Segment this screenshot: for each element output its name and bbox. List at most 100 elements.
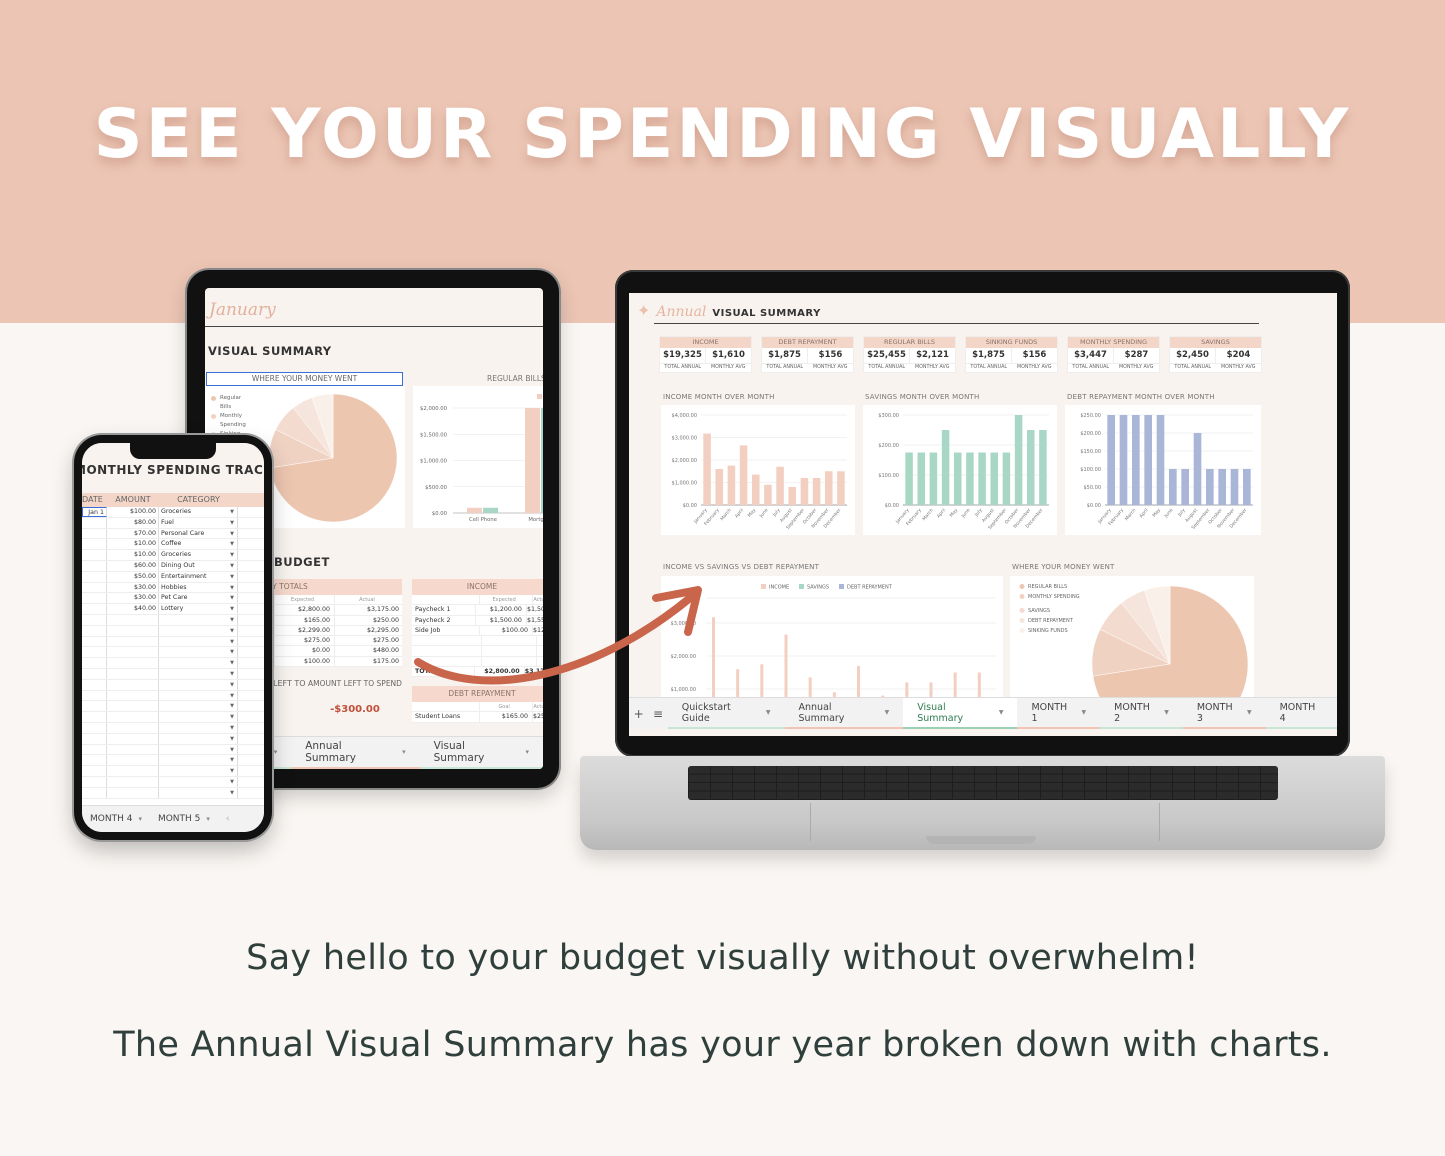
add-sheet-icon[interactable]: + bbox=[629, 707, 648, 721]
amount-cell[interactable]: $10.00 bbox=[107, 550, 159, 560]
expected-value[interactable]: $100.00 bbox=[275, 656, 335, 667]
expected-value[interactable]: $1,500.00 bbox=[476, 615, 527, 625]
col-date[interactable]: DATE bbox=[82, 493, 107, 507]
expected-value[interactable] bbox=[482, 636, 537, 646]
sheet-tab[interactable]: Visual Summary ▼ bbox=[903, 698, 1018, 729]
category-cell[interactable]: Entertainment ▼ bbox=[159, 571, 238, 582]
category-cell[interactable]: Personal Care ▼ bbox=[159, 528, 238, 539]
amount-cell[interactable] bbox=[107, 722, 159, 733]
actual-value[interactable]: $125 bbox=[533, 626, 543, 635]
date-cell[interactable] bbox=[82, 668, 107, 679]
actual-value[interactable]: $1,500 bbox=[527, 605, 543, 614]
amount-cell[interactable]: $10.00 bbox=[107, 539, 159, 550]
category-cell[interactable]: Coffee ▼ bbox=[159, 539, 238, 550]
category-cell[interactable]: ▼ bbox=[159, 712, 238, 722]
expected-value[interactable] bbox=[482, 656, 537, 667]
actual-value[interactable]: $480.00 bbox=[335, 646, 402, 655]
expected-value[interactable]: $0.00 bbox=[275, 646, 335, 656]
category-cell[interactable]: ▼ bbox=[159, 668, 238, 679]
date-cell[interactable] bbox=[82, 690, 107, 701]
date-cell[interactable] bbox=[82, 722, 107, 733]
date-cell[interactable] bbox=[82, 679, 107, 690]
date-cell[interactable] bbox=[82, 582, 107, 593]
amount-cell[interactable]: $100.00 bbox=[107, 507, 159, 517]
amount-cell[interactable] bbox=[107, 766, 159, 776]
sheet-tab[interactable]: Annual Summary ▾ bbox=[291, 737, 420, 769]
amount-cell[interactable] bbox=[107, 625, 159, 636]
expected-value[interactable]: $275.00 bbox=[275, 636, 335, 646]
date-cell[interactable] bbox=[82, 712, 107, 722]
category-cell[interactable]: Fuel ▼ bbox=[159, 517, 238, 528]
actual-value[interactable] bbox=[537, 646, 543, 655]
sheet-tab[interactable]: MONTH 2 ▼ bbox=[1100, 698, 1183, 729]
sheet-tab[interactable]: MONTH 4 ▾ bbox=[82, 814, 150, 824]
category-cell[interactable]: ▼ bbox=[159, 701, 238, 712]
category-cell[interactable]: Dining Out ▼ bbox=[159, 560, 238, 571]
category-cell[interactable]: ▼ bbox=[159, 755, 238, 766]
amount-cell[interactable]: $50.00 bbox=[107, 571, 159, 582]
category-cell[interactable]: ▼ bbox=[159, 679, 238, 690]
amount-cell[interactable]: $70.00 bbox=[107, 528, 159, 539]
sheet-tab[interactable]: Annual Summary ▼ bbox=[784, 698, 904, 729]
actual-value[interactable]: $1,550 bbox=[527, 616, 543, 625]
date-cell[interactable] bbox=[82, 614, 107, 625]
amount-cell[interactable] bbox=[107, 636, 159, 647]
amount-cell[interactable]: $30.00 bbox=[107, 582, 159, 593]
expected-value[interactable]: $165.00 bbox=[275, 615, 335, 625]
date-cell[interactable] bbox=[82, 658, 107, 668]
category-cell[interactable]: Hobbies ▼ bbox=[159, 582, 238, 593]
actual-value[interactable]: $275.00 bbox=[335, 636, 402, 645]
date-cell[interactable] bbox=[82, 701, 107, 712]
amount-cell[interactable] bbox=[107, 744, 159, 755]
amount-cell[interactable] bbox=[107, 679, 159, 690]
category-cell[interactable]: ▼ bbox=[159, 690, 238, 701]
goal-value[interactable]: $165.00 bbox=[480, 712, 533, 722]
actual-value[interactable] bbox=[537, 657, 543, 666]
sheet-tab[interactable]: Visual Summary ▾ bbox=[419, 737, 543, 769]
actual-value[interactable]: $250 bbox=[533, 712, 543, 721]
category-cell[interactable]: Groceries ▼ bbox=[159, 550, 238, 560]
date-cell[interactable] bbox=[82, 776, 107, 787]
expected-value[interactable]: $2,800.00 bbox=[275, 605, 335, 615]
col-amount[interactable]: AMOUNT bbox=[107, 493, 159, 507]
category-cell[interactable]: ▼ bbox=[159, 733, 238, 744]
expected-value[interactable]: $1,200.00 bbox=[476, 605, 527, 615]
sheet-tab[interactable]: MONTH 4 bbox=[1265, 698, 1337, 729]
date-cell[interactable] bbox=[82, 733, 107, 744]
date-cell[interactable] bbox=[82, 787, 107, 798]
amount-cell[interactable]: $80.00 bbox=[107, 517, 159, 528]
expected-value[interactable]: $2,299.00 bbox=[275, 625, 335, 636]
scroll-left-icon[interactable]: ‹ bbox=[218, 814, 238, 824]
category-cell[interactable]: ▼ bbox=[159, 722, 238, 733]
sheet-tab[interactable]: Quickstart Guide ▼ bbox=[667, 698, 785, 729]
amount-cell[interactable] bbox=[107, 668, 159, 679]
date-cell[interactable] bbox=[82, 636, 107, 647]
date-cell[interactable] bbox=[82, 593, 107, 604]
sheet-tab[interactable]: MONTH 5 ▾ bbox=[150, 814, 218, 824]
amount-cell[interactable] bbox=[107, 733, 159, 744]
category-cell[interactable]: ▼ bbox=[159, 636, 238, 647]
amount-cell[interactable] bbox=[107, 712, 159, 722]
actual-value[interactable]: $175.00 bbox=[335, 657, 402, 666]
category-cell[interactable]: Pet Care ▼ bbox=[159, 593, 238, 604]
category-cell[interactable]: Lottery ▼ bbox=[159, 604, 238, 614]
amount-cell[interactable] bbox=[107, 614, 159, 625]
date-cell[interactable] bbox=[82, 625, 107, 636]
category-cell[interactable]: ▼ bbox=[159, 658, 238, 668]
expected-value[interactable]: $100.00 bbox=[480, 625, 533, 636]
amount-cell[interactable]: $30.00 bbox=[107, 593, 159, 604]
amount-cell[interactable] bbox=[107, 701, 159, 712]
actual-value[interactable]: $2,295.00 bbox=[335, 626, 402, 635]
amount-cell[interactable] bbox=[107, 690, 159, 701]
date-cell[interactable] bbox=[82, 766, 107, 776]
category-cell[interactable]: ▼ bbox=[159, 776, 238, 787]
date-cell[interactable] bbox=[82, 604, 107, 614]
actual-value[interactable] bbox=[537, 636, 543, 645]
amount-cell[interactable] bbox=[107, 647, 159, 658]
amount-cell[interactable]: $60.00 bbox=[107, 560, 159, 571]
amount-cell[interactable] bbox=[107, 755, 159, 766]
date-cell[interactable]: Jan 1 bbox=[82, 507, 107, 517]
date-cell[interactable] bbox=[82, 550, 107, 560]
amount-cell[interactable] bbox=[107, 776, 159, 787]
category-cell[interactable]: ▼ bbox=[159, 614, 238, 625]
